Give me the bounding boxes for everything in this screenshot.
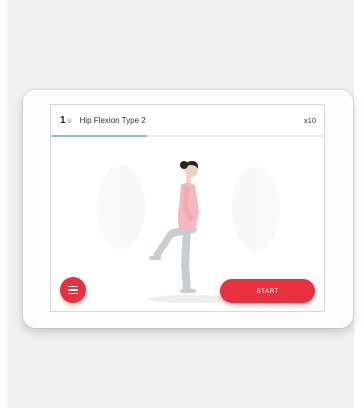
hamburger-menu-icon-line: [68, 285, 78, 288]
exercise-counter-current: 1: [60, 114, 66, 126]
exercise-reps: x10: [303, 115, 316, 125]
menu-button[interactable]: [60, 277, 86, 303]
start-button[interactable]: START: [220, 279, 315, 303]
tablet-device: 1 /8 Hip Flexion Type 2 x10 START: [23, 90, 353, 328]
app-screen: 1 /8 Hip Flexion Type 2 x10 START: [50, 104, 325, 312]
hamburger-menu-icon-line: [68, 292, 78, 295]
exercise-title: Hip Flexion Type 2: [79, 115, 146, 125]
exercise-header: 1 /8 Hip Flexion Type 2 x10: [51, 105, 324, 135]
hamburger-menu-icon-line: [68, 289, 78, 291]
exercise-counter-total: /8: [66, 118, 72, 125]
exercise-counter: 1 /8: [60, 115, 72, 126]
